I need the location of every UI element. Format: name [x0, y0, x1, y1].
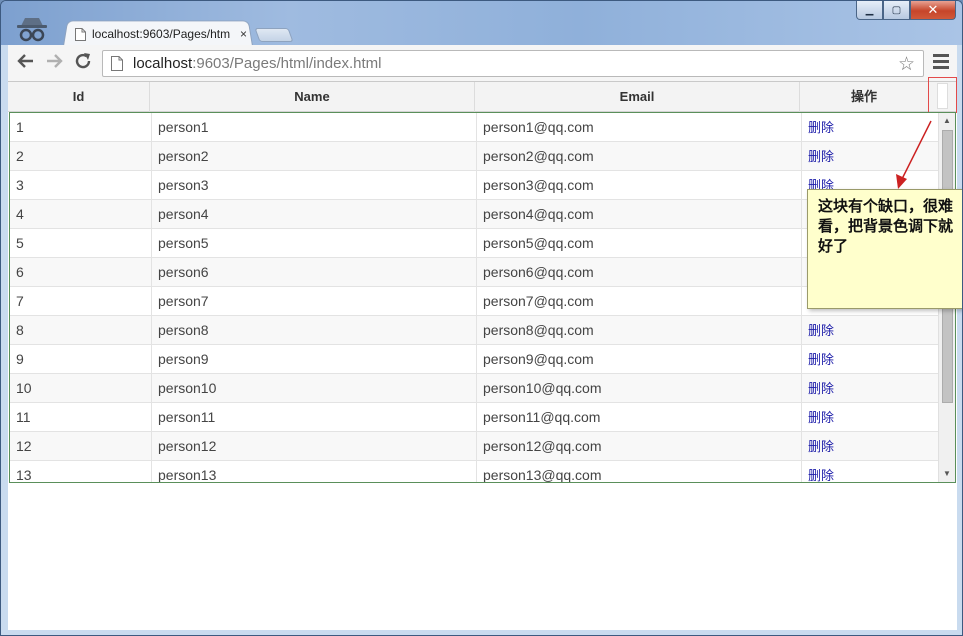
delete-link[interactable]: 删除 — [802, 113, 926, 142]
cell-id: 1 — [10, 113, 152, 142]
cell-id: 5 — [10, 229, 152, 258]
tab-close-icon[interactable]: × — [240, 27, 247, 41]
column-header-name[interactable]: Name — [150, 82, 475, 112]
cell-id: 6 — [10, 258, 152, 287]
grid-header: Id Name Email 操作 — [8, 82, 957, 112]
cell-name: person1 — [152, 113, 477, 142]
cell-id: 12 — [10, 432, 152, 461]
new-tab-button[interactable] — [254, 28, 294, 42]
delete-link[interactable]: 删除 — [802, 432, 926, 461]
browser-window: localhost:9603/Pages/htm × ▁ ▢ ✕ localho… — [0, 0, 963, 636]
column-header-action[interactable]: 操作 — [800, 82, 928, 112]
cell-id: 13 — [10, 461, 152, 482]
close-button[interactable]: ✕ — [910, 1, 956, 20]
cell-email: person1@qq.com — [477, 113, 802, 142]
url-host: localhost — [133, 55, 193, 72]
maximize-button[interactable]: ▢ — [883, 1, 910, 20]
cell-email: person5@qq.com — [477, 229, 802, 258]
tab-title: localhost:9603/Pages/htm — [92, 27, 231, 41]
cell-name: person7 — [152, 287, 477, 316]
table-row: 2 person2 person2@qq.com 删除 — [10, 142, 940, 171]
cell-id: 11 — [10, 403, 152, 432]
table-row: 7person7person7@qq.com删除 — [10, 287, 940, 316]
cell-email: person12@qq.com — [477, 432, 802, 461]
page-icon — [111, 56, 123, 71]
cell-name: person12 — [152, 432, 477, 461]
cell-name: person10 — [152, 374, 477, 403]
cell-id: 3 — [10, 171, 152, 200]
cell-name: person3 — [152, 171, 477, 200]
cell-name: person4 — [152, 200, 477, 229]
forward-arrow-icon[interactable] — [42, 51, 66, 75]
browser-toolbar: localhost:9603/Pages/html/index.html ☆ — [8, 45, 957, 82]
tab-content[interactable]: localhost:9603/Pages/htm × — [75, 24, 247, 44]
delete-link[interactable]: 删除 — [802, 403, 926, 432]
table-row: 3 person3 person3@qq.com 删除 — [10, 171, 940, 200]
table-row: 12 person12 person12@qq.com 删除 — [10, 432, 940, 461]
incognito-icon — [17, 18, 47, 42]
cell-name: person5 — [152, 229, 477, 258]
table-row: 11 person11 person11@qq.com 删除 — [10, 403, 940, 432]
menu-icon[interactable] — [933, 54, 949, 72]
cell-email: person3@qq.com — [477, 171, 802, 200]
minimize-button[interactable]: ▁ — [856, 1, 883, 20]
table-row: 8 person8 person8@qq.com 删除 — [10, 316, 940, 345]
back-arrow-icon[interactable] — [14, 51, 38, 75]
cell-email: person10@qq.com — [477, 374, 802, 403]
star-icon[interactable]: ☆ — [898, 53, 915, 76]
table-row: 6person6person6@qq.com删除 — [10, 258, 940, 287]
cell-id: 9 — [10, 345, 152, 374]
address-bar[interactable]: localhost:9603/Pages/html/index.html ☆ — [102, 50, 924, 77]
cell-email: person9@qq.com — [477, 345, 802, 374]
cell-id: 2 — [10, 142, 152, 171]
cell-name: person11 — [152, 403, 477, 432]
cell-name: person9 — [152, 345, 477, 374]
column-header-email[interactable]: Email — [475, 82, 800, 112]
delete-link[interactable]: 删除 — [802, 461, 926, 482]
cell-name: person6 — [152, 258, 477, 287]
table-row: 1 person1 person1@qq.com 删除 — [10, 113, 940, 142]
cell-name: person8 — [152, 316, 477, 345]
cell-email: person7@qq.com — [477, 287, 802, 316]
cell-id: 7 — [10, 287, 152, 316]
cell-email: person13@qq.com — [477, 461, 802, 482]
scroll-down-icon[interactable]: ▼ — [939, 466, 955, 482]
cell-id: 10 — [10, 374, 152, 403]
delete-link[interactable]: 删除 — [802, 316, 926, 345]
scroll-up-icon[interactable]: ▲ — [939, 113, 955, 129]
highlight-box — [928, 77, 957, 113]
cell-email: person6@qq.com — [477, 258, 802, 287]
page-viewport: Id Name Email 操作 13 person13 person13@qq.c… — [8, 77, 957, 630]
table-row: 5person5person5@qq.com删除 — [10, 229, 940, 258]
column-header-id[interactable]: Id — [8, 82, 150, 112]
table-row: 9 person9 person9@qq.com 删除 — [10, 345, 940, 374]
cell-name: person13 — [152, 461, 477, 482]
delete-link[interactable]: 删除 — [802, 142, 926, 171]
table-row: 13 person13 person13@qq.com 删除 — [10, 461, 940, 482]
annotation-note: 这块有个缺口，很难看，把背景色调下就好了 — [807, 189, 962, 309]
window-controls: ▁ ▢ ✕ — [856, 1, 956, 21]
header-scroll-gap — [937, 83, 948, 109]
url-path: :9603/Pages/html/index.html — [192, 55, 382, 72]
cell-email: person2@qq.com — [477, 142, 802, 171]
table-row: 4person4person4@qq.com删除 — [10, 200, 940, 229]
cell-email: person8@qq.com — [477, 316, 802, 345]
cell-id: 8 — [10, 316, 152, 345]
cell-email: person4@qq.com — [477, 200, 802, 229]
page-icon — [75, 27, 86, 41]
cell-id: 4 — [10, 200, 152, 229]
delete-link[interactable]: 删除 — [802, 374, 926, 403]
cell-email: person11@qq.com — [477, 403, 802, 432]
reload-icon[interactable] — [71, 51, 95, 75]
delete-link[interactable]: 删除 — [802, 345, 926, 374]
cell-name: person2 — [152, 142, 477, 171]
table-row: 10 person10 person10@qq.com 删除 — [10, 374, 940, 403]
